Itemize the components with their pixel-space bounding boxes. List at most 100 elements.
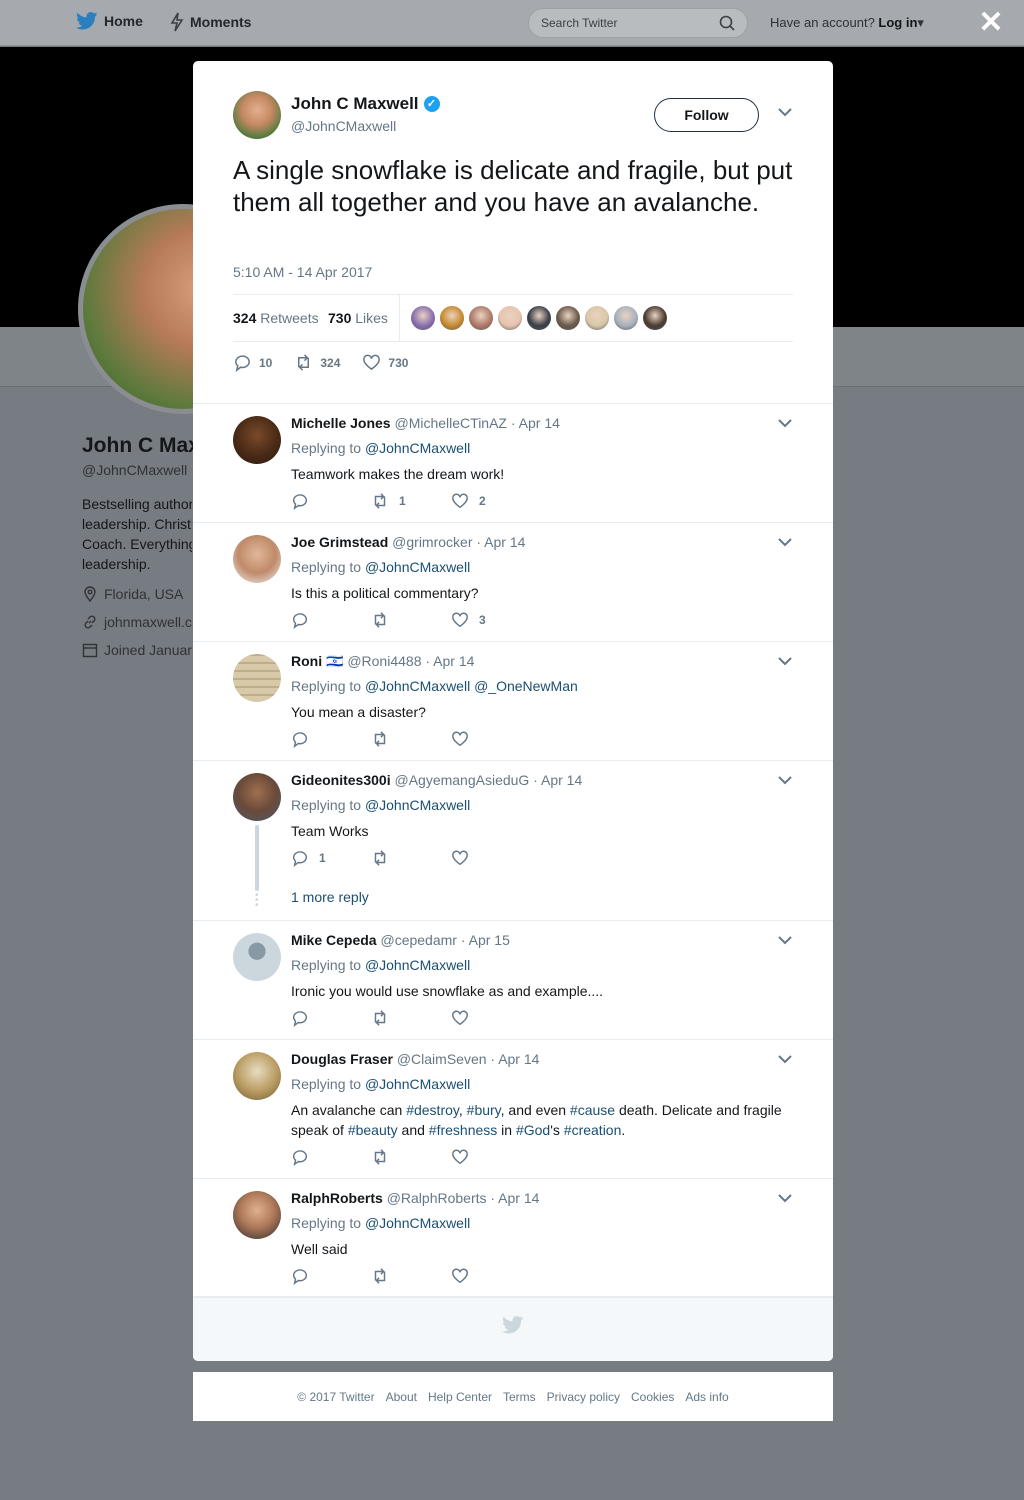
reply-author-handle[interactable]: @grimrocker [392,534,472,550]
tweet-timestamp[interactable]: 5:10 AM - 14 Apr 2017 [233,264,372,280]
hashtag-link[interactable]: #freshness [429,1122,497,1138]
likes-stat[interactable]: 730 Likes [328,310,388,326]
chevron-down-icon[interactable] [778,1052,792,1067]
footer-link-ads-info[interactable]: Ads info [685,1390,728,1404]
liker-avatar[interactable] [469,306,493,330]
hashtag-link[interactable]: #beauty [348,1122,398,1138]
nav-home[interactable]: Home [76,12,143,30]
reply-button[interactable] [291,492,371,510]
reply-author-handle[interactable]: @MichelleCTinAZ [394,415,507,431]
reply-author-name[interactable]: Joe Grimstead [291,534,388,550]
reply-author-handle[interactable]: @cepedamr [380,932,456,948]
chevron-down-icon[interactable] [778,105,792,120]
retweets-stat[interactable]: 324 Retweets [233,310,319,326]
reply-author-name[interactable]: Douglas Fraser [291,1051,393,1067]
reply-date[interactable]: Apr 14 [498,1051,539,1067]
hashtag-link[interactable]: #creation [564,1122,622,1138]
replying-to-handle[interactable]: @JohnCMaxwell [365,1076,470,1092]
reply-author-name[interactable]: RalphRoberts [291,1190,383,1206]
reply-tweet[interactable]: RalphRoberts @RalphRoberts · Apr 14 Reply… [193,1179,833,1297]
reply-author-handle[interactable]: @AgyemangAsieduG [394,772,529,788]
footer-link-privacy[interactable]: Privacy policy [547,1390,620,1404]
like-button[interactable] [451,1148,531,1166]
liker-avatar[interactable] [585,306,609,330]
reply-author-name[interactable]: Roni [291,653,322,669]
liker-avatar[interactable] [498,306,522,330]
hashtag-link[interactable]: #destroy [406,1102,459,1118]
like-button[interactable]: 730 [362,353,408,372]
more-replies-link[interactable]: 1 more reply [291,889,369,905]
replying-to-handle[interactable]: @JohnCMaxwell [365,957,470,973]
like-button[interactable]: 3 [451,611,531,629]
hashtag-link[interactable]: #cause [570,1102,615,1118]
search-icon[interactable] [719,15,735,31]
replying-to-handle[interactable]: @JohnCMaxwell [365,440,470,456]
reply-date[interactable]: Apr 14 [541,772,582,788]
retweet-button[interactable] [371,611,451,629]
like-button[interactable] [451,730,531,748]
retweet-button[interactable] [371,849,451,867]
reply-tweet[interactable]: Roni 🇮🇱 @Roni4488 · Apr 14 Replying to @J… [193,642,833,761]
reply-tweet[interactable]: Joe Grimstead @grimrocker · Apr 14 Replyi… [193,523,833,642]
reply-date[interactable]: Apr 14 [484,534,525,550]
liker-avatar[interactable] [440,306,464,330]
avatar[interactable] [233,1052,281,1100]
reply-author-handle[interactable]: @Roni4488 [347,653,421,669]
like-button[interactable]: 2 [451,492,531,510]
login-link[interactable]: Log in [878,15,917,30]
author-handle[interactable]: @JohnCMaxwell [291,118,396,134]
reply-date[interactable]: Apr 14 [519,415,560,431]
profile-website[interactable]: johnmaxwell.c [82,614,194,630]
hashtag-link[interactable]: #bury [467,1102,501,1118]
reply-author-name[interactable]: Mike Cepeda [291,932,377,948]
hashtag-link[interactable]: #God [516,1122,550,1138]
like-button[interactable] [451,849,531,867]
retweet-button[interactable] [371,1267,451,1285]
footer-link-help-center[interactable]: Help Center [428,1390,492,1404]
reply-button[interactable] [291,611,371,629]
avatar[interactable] [233,933,281,981]
retweet-button[interactable]: 324 [294,353,340,372]
reply-date[interactable]: Apr 14 [498,1190,539,1206]
follow-button[interactable]: Follow [654,98,759,132]
chevron-down-icon[interactable] [778,416,792,431]
reply-date[interactable]: Apr 15 [469,932,510,948]
retweet-button[interactable] [371,730,451,748]
footer-link-cookies[interactable]: Cookies [631,1390,674,1404]
liker-avatar[interactable] [614,306,638,330]
avatar[interactable] [233,773,281,821]
like-button[interactable] [451,1267,531,1285]
nav-moments[interactable]: Moments [170,12,251,32]
chevron-down-icon[interactable]: ▾ [917,15,924,30]
reply-button[interactable] [291,730,371,748]
avatar[interactable] [233,91,281,139]
reply-button[interactable] [291,1148,371,1166]
reply-author-handle[interactable]: @ClaimSeven [397,1051,487,1067]
chevron-down-icon[interactable] [778,654,792,669]
reply-tweet[interactable]: Michelle Jones @MichelleCTinAZ · Apr 14 R… [193,404,833,523]
reply-button[interactable] [291,1267,371,1285]
reply-author-handle[interactable]: @RalphRoberts [387,1190,487,1206]
replying-to-handle[interactable]: @JohnCMaxwell [365,1215,470,1231]
reply-tweet[interactable]: Douglas Fraser @ClaimSeven · Apr 14 Reply… [193,1040,833,1179]
like-button[interactable] [451,1009,531,1027]
retweet-button[interactable] [371,1009,451,1027]
reply-author-name[interactable]: Gideonites300i [291,772,391,788]
chevron-down-icon[interactable] [778,1191,792,1206]
reply-date[interactable]: Apr 14 [433,653,474,669]
reply-tweet[interactable]: Mike Cepeda @cepedamr · Apr 15 Replying t… [193,921,833,1040]
footer-link-terms[interactable]: Terms [503,1390,536,1404]
retweet-button[interactable] [371,1148,451,1166]
liker-avatar[interactable] [643,306,667,330]
avatar[interactable] [233,535,281,583]
author-name[interactable]: John C Maxwell ✓ [291,94,440,114]
avatar[interactable] [233,1191,281,1239]
close-icon[interactable]: ✕ [978,8,1004,38]
footer-link-about[interactable]: About [386,1390,417,1404]
liker-avatar[interactable] [556,306,580,330]
avatar[interactable] [233,654,281,702]
replying-to-handle[interactable]: @JohnCMaxwell [365,797,470,813]
replying-to-handle[interactable]: @JohnCMaxwell @_OneNewMan [365,678,578,694]
chevron-down-icon[interactable] [778,933,792,948]
reply-button[interactable] [291,1009,371,1027]
